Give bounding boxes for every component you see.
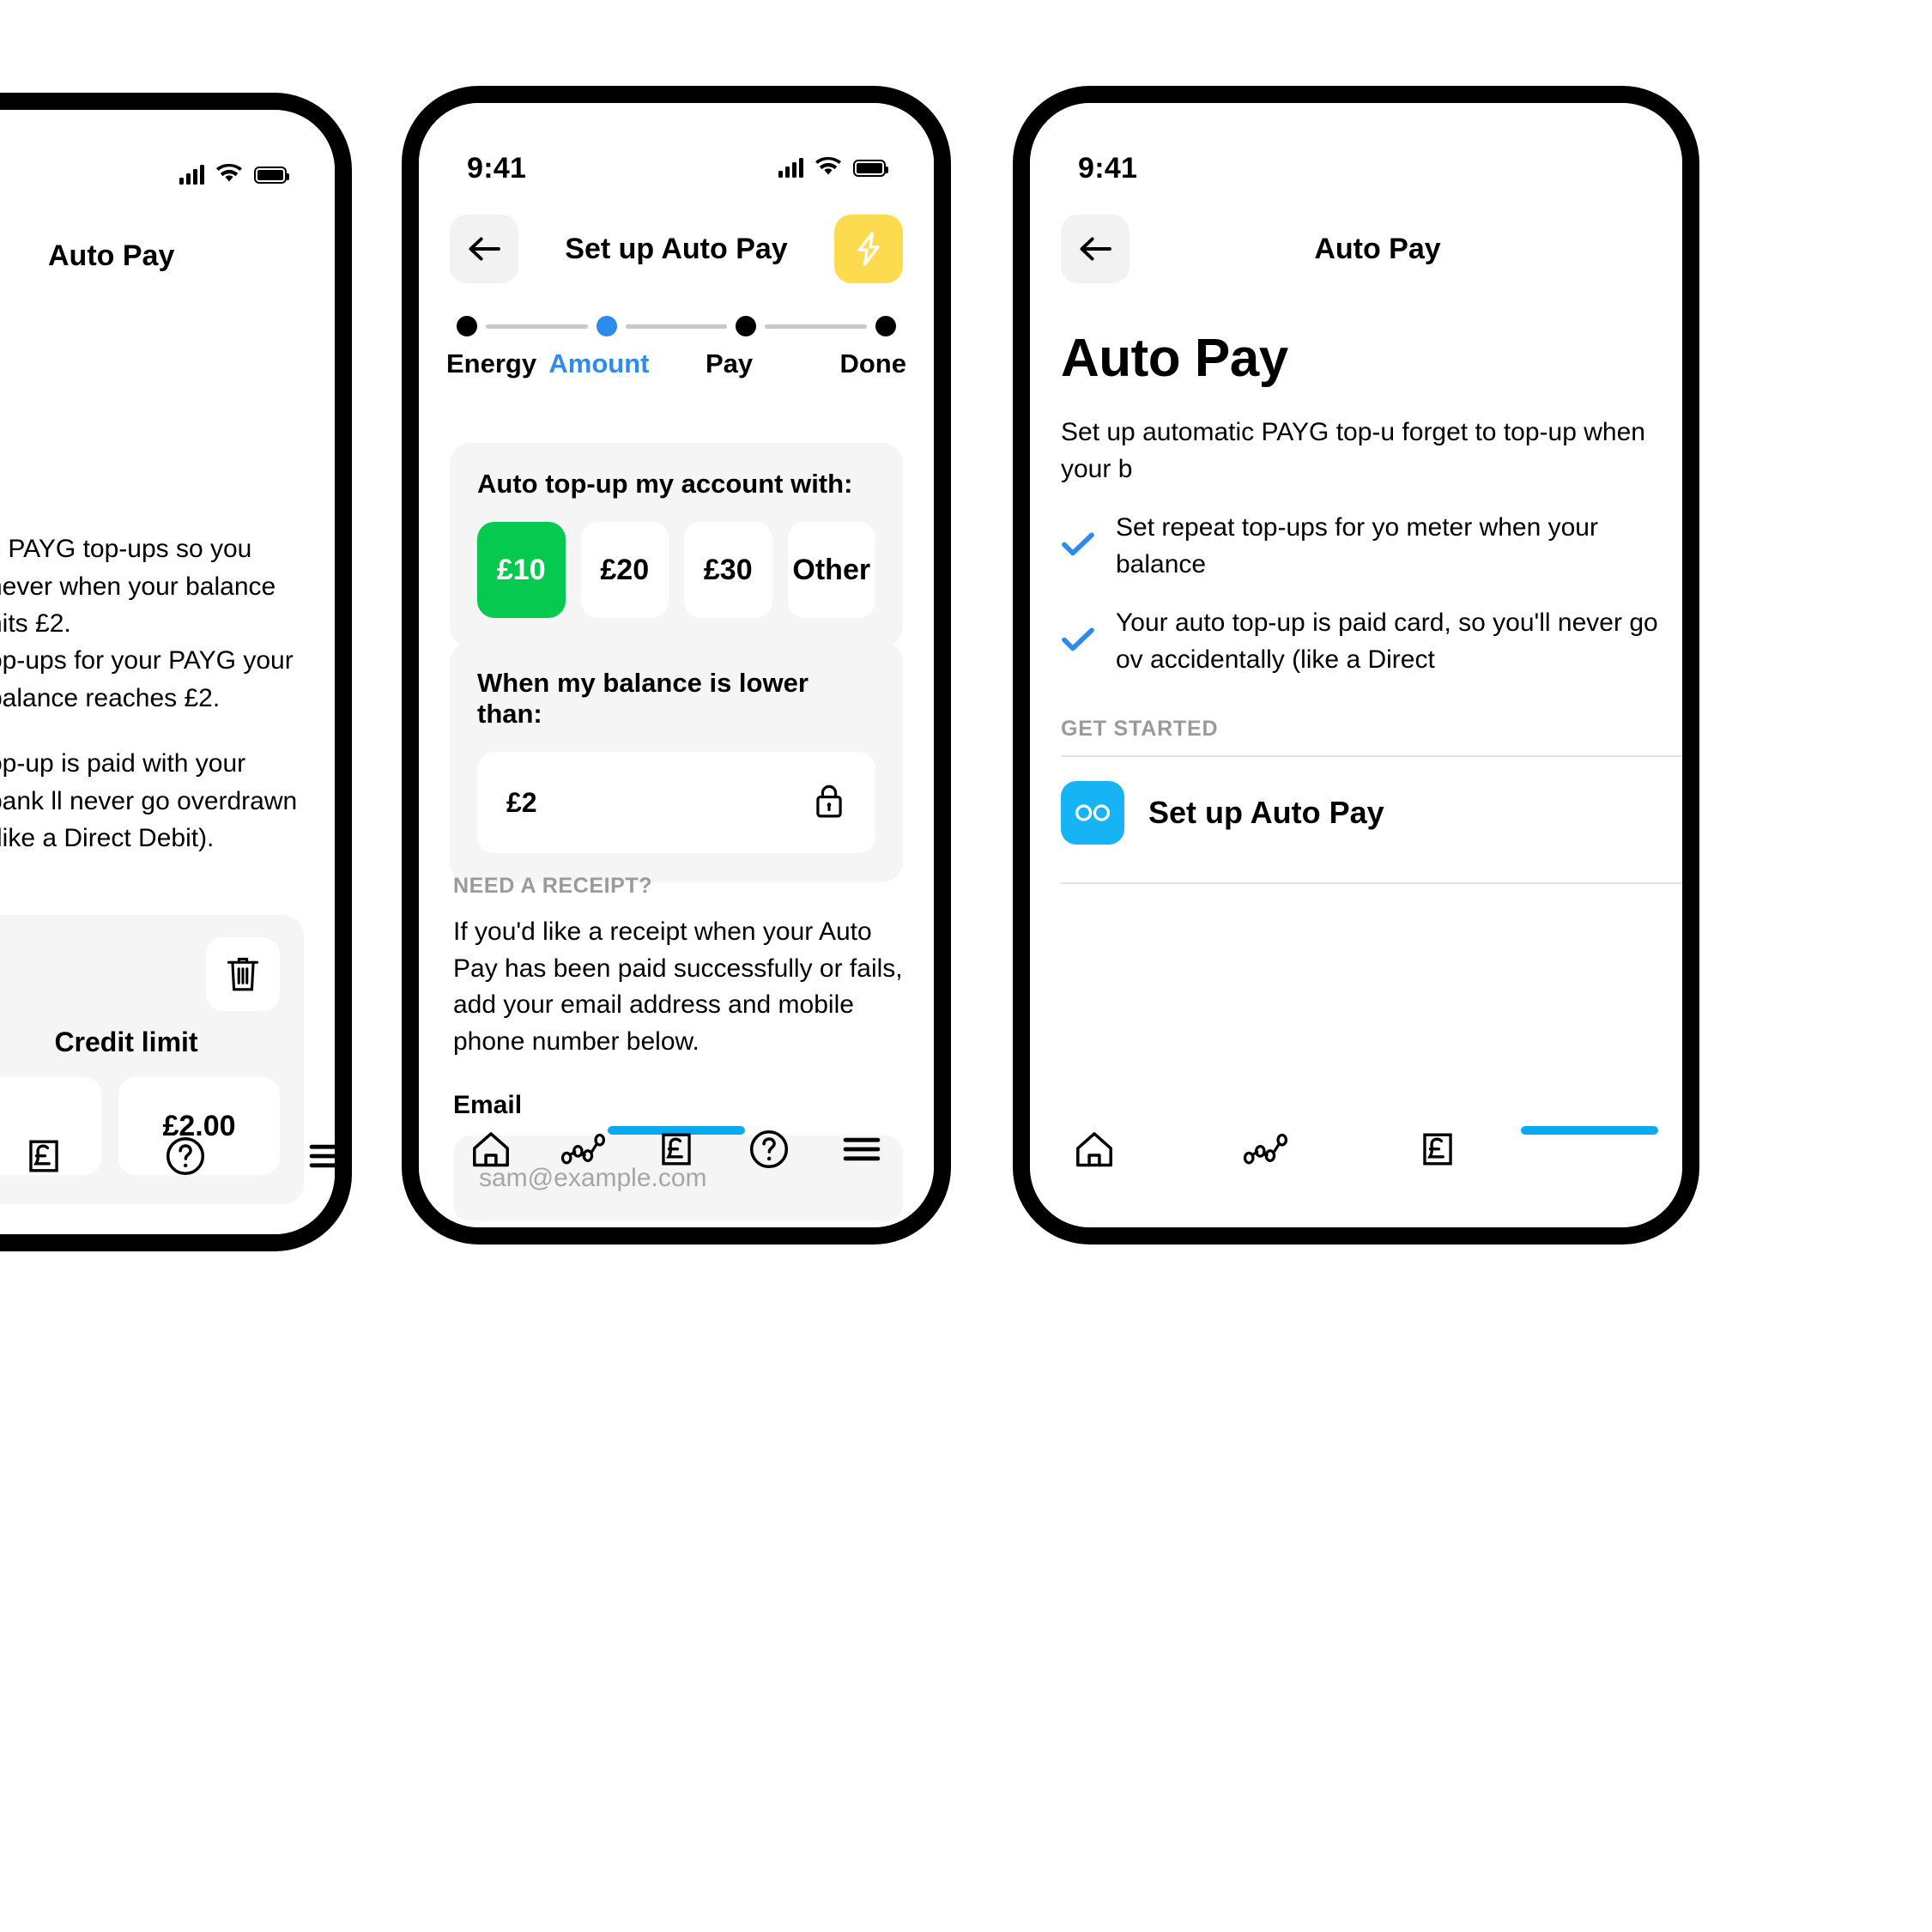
left-bullet-1: op-ups for your PAYG your balance reache… (0, 646, 294, 712)
amount-card: Auto top-up my account with: £10 £20 £30… (450, 443, 903, 647)
pound-note-icon[interactable] (641, 1118, 712, 1180)
phone-right: 9:41 Auto Pay Auto Pay Set up automatic … (1013, 86, 1699, 1245)
right-divider-bottom (1061, 881, 1682, 884)
center-status-icons (778, 156, 888, 180)
right-navbar: Auto Pay (1030, 197, 1682, 300)
threshold-card-title: When my balance is lower than: (477, 668, 809, 729)
right-status-time: 9:41 (1078, 151, 1138, 185)
usage-graph-icon[interactable] (1231, 1118, 1301, 1180)
amount-option-10[interactable]: £10 (477, 522, 566, 618)
threshold-field[interactable]: £2 (477, 752, 875, 853)
set-up-auto-pay-row[interactable]: Set up Auto Pay (1061, 757, 1682, 869)
usage-graph-icon[interactable] (548, 1118, 619, 1180)
phone-left: Auto Pay c PAYG top-ups so you never whe… (0, 93, 352, 1251)
stepper-labels: Energy Amount Pay Done (446, 348, 906, 379)
step-dot-pay[interactable] (736, 316, 757, 336)
left-credit-limit-label: Credit limit (54, 1027, 198, 1057)
right-bullet-1: Set repeat top-ups for yo meter when you… (1061, 510, 1682, 583)
center-page-title: Set up Auto Pay (565, 232, 788, 265)
set-up-auto-pay-label: Set up Auto Pay (1148, 794, 1384, 830)
right-section-eyebrow: GET STARTED (1061, 716, 1219, 741)
step-label-pay[interactable]: Pay (670, 348, 789, 379)
center-navbar: Set up Auto Pay (419, 197, 934, 300)
left-page-title: Auto Pay (48, 239, 175, 272)
phone-center: 9:41 Set up Auto Pay Energy Amount Pay D… (402, 86, 951, 1245)
wifi-icon (216, 163, 242, 187)
help-circle-icon[interactable] (734, 1118, 804, 1180)
left-tab-bar (0, 1107, 335, 1234)
right-page-title: Auto Pay (1314, 232, 1441, 265)
check-icon (1061, 626, 1095, 657)
threshold-card: When my balance is lower than: £2 (450, 642, 903, 882)
left-screen: Auto Pay c PAYG top-ups so you never whe… (0, 110, 335, 1234)
right-screen: 9:41 Auto Pay Auto Pay Set up automatic … (1030, 103, 1682, 1227)
left-status-icons (179, 163, 289, 187)
back-arrow-icon[interactable] (450, 215, 518, 283)
lightning-bolt-icon[interactable] (834, 215, 903, 283)
battery-icon (254, 167, 289, 184)
center-status-bar: 9:41 (419, 103, 934, 197)
receipt-eyebrow: NEED A RECEIPT? (453, 874, 653, 898)
right-heading: Auto Pay (1061, 329, 1288, 388)
amount-option-20[interactable]: £20 (580, 522, 669, 618)
right-status-bar: 9:41 (1030, 103, 1682, 197)
home-icon[interactable] (1059, 1118, 1130, 1180)
infinity-icon (1061, 780, 1124, 845)
signal-bars-icon (778, 158, 803, 178)
pound-note-icon[interactable] (24, 1125, 64, 1187)
receipt-body: If you'd like a receipt when your Auto P… (453, 918, 903, 1056)
amount-option-30[interactable]: £30 (684, 522, 772, 618)
amount-card-title: Auto top-up my account with: (477, 469, 853, 499)
right-bullet-2: Your auto top-up is paid card, so you'll… (1061, 605, 1682, 678)
right-content: Auto Pay Set up automatic PAYG top-u for… (1061, 328, 1682, 884)
center-tab-bar (419, 1100, 934, 1227)
hamburger-menu-icon[interactable] (827, 1118, 897, 1180)
signal-bars-icon (179, 165, 204, 185)
center-screen: 9:41 Set up Auto Pay Energy Amount Pay D… (419, 103, 934, 1227)
battery-icon (853, 160, 888, 177)
right-tab-bar (1030, 1100, 1682, 1227)
step-line-1 (486, 324, 588, 329)
center-status-time: 9:41 (467, 151, 527, 185)
amount-options: £10 £20 £30 Other (477, 522, 875, 618)
check-icon (1061, 530, 1095, 562)
step-label-energy[interactable]: Energy (446, 348, 536, 379)
left-intro-paragraph: c PAYG top-ups so you never when your ba… (0, 530, 300, 643)
left-status-bar (0, 110, 335, 204)
step-line-3 (765, 324, 868, 329)
wifi-icon (815, 156, 841, 180)
step-dot-energy[interactable] (457, 316, 477, 336)
left-navbar: Auto Pay (0, 204, 335, 307)
step-dot-done[interactable] (875, 316, 897, 336)
step-label-amount[interactable]: Amount (540, 348, 658, 379)
right-intro: Set up automatic PAYG top-u forget to to… (1061, 418, 1645, 483)
pound-note-icon[interactable] (1402, 1118, 1473, 1180)
center-stepper: Energy Amount Pay Done (446, 316, 906, 379)
trash-icon[interactable] (206, 937, 280, 1011)
lock-icon (812, 781, 846, 825)
step-label-done[interactable]: Done (788, 348, 906, 379)
threshold-value: £2 (506, 786, 537, 818)
step-dot-amount[interactable] (596, 316, 617, 336)
hamburger-menu-icon[interactable] (307, 1125, 335, 1187)
help-circle-icon[interactable] (165, 1125, 206, 1187)
amount-option-other[interactable]: Other (787, 522, 875, 618)
home-icon[interactable] (456, 1118, 526, 1180)
back-arrow-icon[interactable] (1061, 215, 1130, 283)
step-line-2 (625, 324, 728, 329)
left-para-1: c PAYG top-ups so you never when your ba… (0, 535, 276, 638)
stepper-track (450, 316, 903, 336)
left-bullet-2: op-up is paid with your bank ll never go… (0, 749, 298, 852)
